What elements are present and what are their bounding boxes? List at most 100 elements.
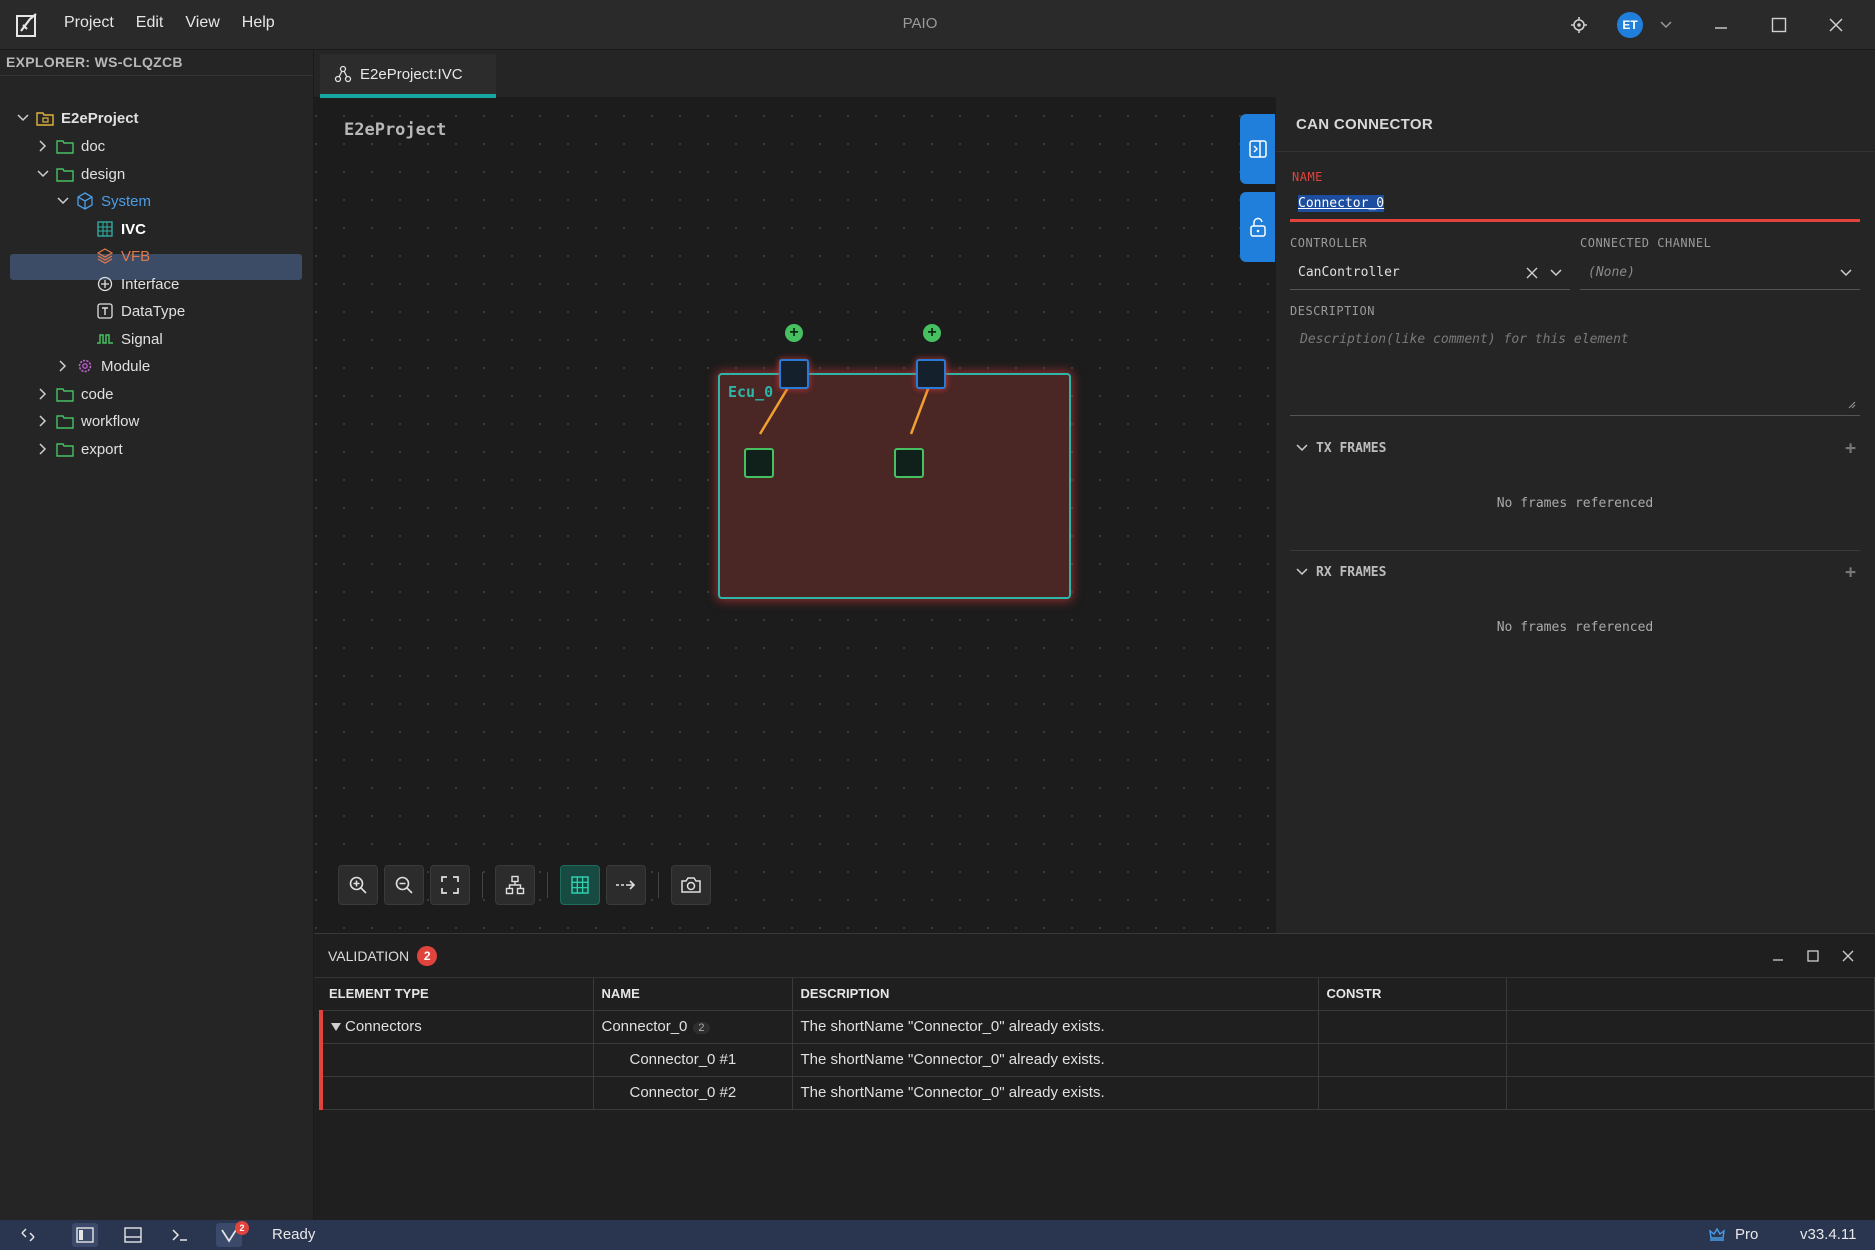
- column-header[interactable]: NAME: [593, 978, 793, 1011]
- close-icon: [1842, 950, 1854, 962]
- validation-status-badge: 2: [235, 1221, 249, 1235]
- inner-port-1[interactable]: [744, 448, 774, 478]
- screenshot-button[interactable]: [671, 865, 711, 905]
- crown-icon: [1709, 1227, 1725, 1241]
- tab-e2eproject-ivc[interactable]: E2eProject:IVC: [320, 54, 496, 98]
- controller-value: CanController: [1298, 265, 1400, 280]
- title-bar: Project Edit View Help PAIO ET: [0, 0, 1875, 50]
- fit-view-button[interactable]: [430, 865, 470, 905]
- grid-toggle-button[interactable]: [560, 865, 600, 905]
- rx-frames-label: RX FRAMES: [1316, 564, 1387, 580]
- validation-close-button[interactable]: [1838, 946, 1858, 966]
- tree-item-label: VFB: [121, 247, 151, 265]
- remote-icon: [21, 1228, 35, 1242]
- connection-mode-button[interactable]: [606, 865, 646, 905]
- tree-item-system[interactable]: System: [56, 188, 151, 214]
- add-tx-frame-icon[interactable]: +: [1845, 438, 1856, 459]
- tree-item-signal[interactable]: Signal: [96, 326, 163, 352]
- close-button[interactable]: [1821, 0, 1851, 50]
- tree-item-workflow[interactable]: workflow: [36, 408, 139, 434]
- zoom-out-icon: [395, 876, 413, 894]
- tree-item-vfb[interactable]: VFB: [96, 243, 150, 269]
- channel-select[interactable]: (None): [1580, 256, 1860, 290]
- caret-down-icon[interactable]: [331, 1023, 341, 1031]
- validation-panel: VALIDATION 2 ELEMENT TYPE NAME DESCRIPTI…: [314, 933, 1875, 1220]
- element-type-cell: [319, 1043, 594, 1077]
- column-header[interactable]: ELEMENT TYPE: [321, 978, 594, 1011]
- tree-item-datatype[interactable]: DataType: [96, 298, 185, 324]
- name-input[interactable]: Connector_0: [1290, 188, 1860, 222]
- column-header[interactable]: DESCRIPTION: [792, 978, 1319, 1011]
- camera-icon: [681, 877, 701, 893]
- resize-handle-icon[interactable]: [1848, 401, 1856, 409]
- validation-minimize-button[interactable]: [1768, 946, 1788, 966]
- connector-port-top-2[interactable]: [916, 359, 946, 389]
- remote-button[interactable]: [15, 1223, 41, 1247]
- panel-collapse-icon: [1249, 140, 1267, 158]
- tx-frames-section[interactable]: TX FRAMES +: [1290, 433, 1860, 463]
- constraint-cell: [1318, 1076, 1507, 1110]
- tree-item-label: doc: [81, 137, 106, 155]
- account-dropdown[interactable]: [1654, 0, 1678, 50]
- sidebar-icon: [76, 1227, 94, 1243]
- tree-item-label: workflow: [81, 412, 140, 430]
- explorer-panel: EXPLORER: WS-CLQZCB E2eProject doc desig…: [0, 50, 314, 1220]
- tree-item-label: E2eProject: [61, 109, 139, 127]
- version-label[interactable]: v33.4.11: [1800, 1226, 1856, 1243]
- properties-panel: CAN CONNECTOR NAME Connector_0 CONTROLLE…: [1275, 98, 1875, 933]
- maximize-icon: [1771, 17, 1787, 33]
- element-type-cell: Connectors: [319, 1010, 594, 1044]
- diagram-canvas[interactable]: E2eProject Ecu_0 + +: [314, 98, 1275, 933]
- tree-item-code[interactable]: code: [36, 381, 114, 407]
- table-row[interactable]: Connectors Connector_0 2 The shortName "C…: [319, 1010, 1875, 1044]
- tree-item-module[interactable]: Module: [56, 353, 150, 379]
- minimize-button[interactable]: [1706, 0, 1736, 50]
- column-header[interactable]: CONSTR: [1318, 978, 1507, 1011]
- add-port-button-1[interactable]: +: [785, 324, 803, 342]
- tree-item-interface[interactable]: Interface: [96, 271, 179, 297]
- controller-select[interactable]: CanController: [1290, 256, 1570, 290]
- explorer-header: EXPLORER: WS-CLQZCB: [0, 50, 313, 76]
- debug-button[interactable]: [1564, 0, 1594, 50]
- empty-cell: [1506, 1043, 1875, 1077]
- fullscreen-icon: [441, 876, 459, 894]
- add-rx-frame-icon[interactable]: +: [1845, 562, 1856, 583]
- tab-strip-empty-area: [1275, 50, 1875, 98]
- tab-label: E2eProject:IVC: [360, 65, 463, 83]
- tree-item-label: Interface: [121, 275, 180, 293]
- close-icon: [1829, 18, 1843, 32]
- tree-item-e2eproject[interactable]: E2eProject: [16, 105, 139, 131]
- add-port-button-2[interactable]: +: [923, 324, 941, 342]
- table-row[interactable]: Connector_0 #1 The shortName "Connector_…: [319, 1043, 1875, 1077]
- lock-button[interactable]: [1240, 192, 1276, 262]
- user-avatar[interactable]: ET: [1617, 12, 1643, 38]
- tree-item-design[interactable]: design: [36, 161, 125, 187]
- tree-item-label: DataType: [121, 302, 186, 320]
- chevron-right-icon: [39, 415, 47, 427]
- toggle-properties-panel-button[interactable]: [1240, 114, 1276, 184]
- description-textarea[interactable]: Description(like comment) for this eleme…: [1290, 324, 1860, 416]
- hierarchy-icon: [505, 875, 525, 895]
- table-row[interactable]: Connector_0 #2 The shortName "Connector_…: [319, 1076, 1875, 1110]
- tree-item-export[interactable]: export: [36, 436, 123, 462]
- tree-item-ivc[interactable]: IVC: [96, 216, 146, 242]
- toggle-sidebar-button[interactable]: [72, 1223, 98, 1247]
- auto-layout-button[interactable]: [495, 865, 535, 905]
- minimize-icon: [1715, 27, 1727, 29]
- zoom-in-button[interactable]: [338, 865, 378, 905]
- unlock-icon: [1250, 217, 1266, 237]
- toolbar-separator: [547, 872, 548, 898]
- tree-item-doc[interactable]: doc: [36, 133, 105, 159]
- clear-icon[interactable]: [1526, 267, 1538, 279]
- terminal-button[interactable]: [167, 1223, 193, 1247]
- name-cell: Connector_0 #1: [593, 1043, 793, 1077]
- validation-maximize-button[interactable]: [1803, 946, 1823, 966]
- rx-frames-section[interactable]: RX FRAMES +: [1290, 557, 1860, 587]
- plan-indicator[interactable]: Pro: [1709, 1226, 1758, 1243]
- maximize-icon: [1807, 950, 1819, 962]
- toggle-panel-button[interactable]: [120, 1223, 146, 1247]
- maximize-button[interactable]: [1764, 0, 1794, 50]
- connector-port-top-1[interactable]: [779, 359, 809, 389]
- zoom-out-button[interactable]: [384, 865, 424, 905]
- inner-port-2[interactable]: [894, 448, 924, 478]
